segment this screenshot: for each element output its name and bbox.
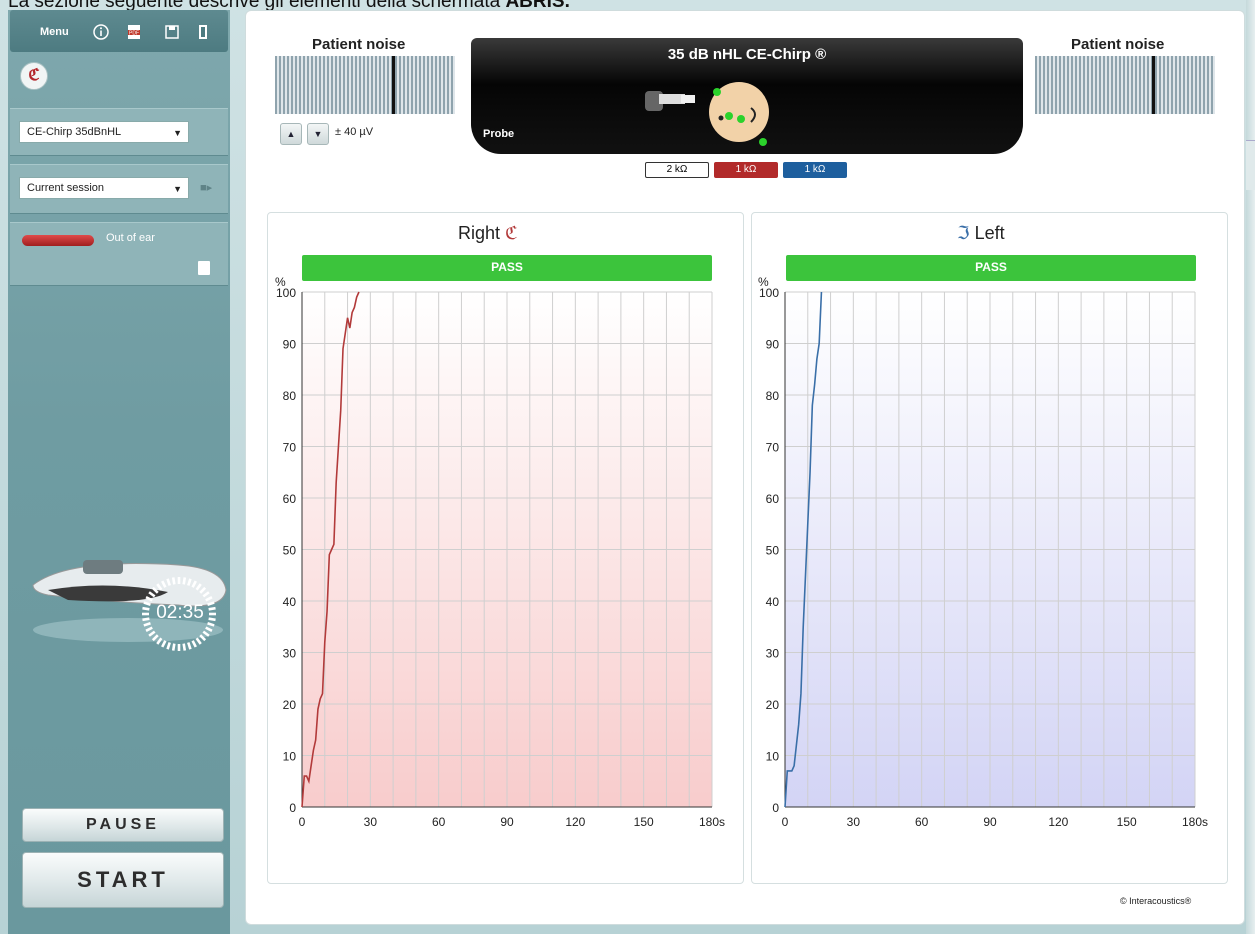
x-tick-label: 150 [634, 815, 654, 829]
y-tick-label: 80 [283, 389, 297, 403]
x-tick-label: 0 [299, 815, 306, 829]
y-tick-label: 60 [766, 492, 780, 506]
y-tick-label: 40 [766, 595, 780, 609]
x-tick-label: 120 [1048, 815, 1068, 829]
y-tick-label: 100 [276, 286, 296, 300]
y-tick-label: 0 [772, 801, 779, 815]
x-tick-label: 90 [500, 815, 514, 829]
y-tick-label: 80 [766, 389, 780, 403]
y-tick-label: 60 [283, 492, 297, 506]
copyright-footer: © Interacoustics® [1120, 896, 1192, 906]
x-tick-label: 180s [1182, 815, 1208, 829]
x-tick-label: 60 [915, 815, 929, 829]
x-tick-label: 90 [983, 815, 997, 829]
y-tick-label: 90 [283, 338, 297, 352]
y-tick-label: 0 [289, 801, 296, 815]
app-root: La sezione seguente descrive gli element… [0, 0, 1255, 934]
y-tick-label: 30 [283, 647, 297, 661]
y-tick-label: 30 [766, 647, 780, 661]
y-tick-label: 70 [766, 441, 780, 455]
x-tick-label: 30 [364, 815, 378, 829]
x-tick-label: 30 [847, 815, 861, 829]
y-tick-label: 20 [283, 698, 297, 712]
charts-plot: %01020304050607080901000 30 60 90 120 150 180s… [275, 275, 1208, 829]
x-tick-label: 0 [782, 815, 789, 829]
y-tick-label: 10 [283, 750, 297, 764]
y-tick-label: 50 [766, 544, 780, 558]
y-tick-label: 10 [766, 750, 780, 764]
y-tick-label: 100 [759, 286, 779, 300]
x-tick-label: 120 [565, 815, 585, 829]
x-tick-label: 60 [432, 815, 446, 829]
tab-abris[interactable] [1246, 140, 1255, 190]
x-tick-label: 180s [699, 815, 725, 829]
x-tick-label: 150 [1117, 815, 1137, 829]
y-tick-label: 40 [283, 595, 297, 609]
y-tick-label: 90 [766, 338, 780, 352]
y-tick-label: 20 [766, 698, 780, 712]
y-tick-label: 70 [283, 441, 297, 455]
y-tick-label: 50 [283, 544, 297, 558]
